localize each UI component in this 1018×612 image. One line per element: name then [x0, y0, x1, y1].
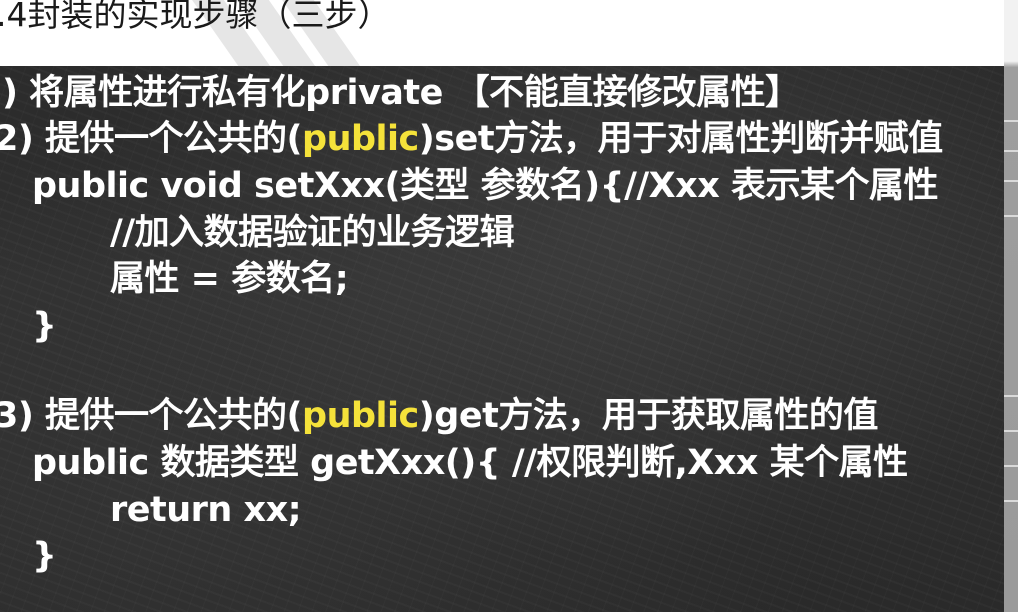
- step-3-highlight: public: [302, 396, 419, 436]
- step-2-suffix: )set方法，用于对属性判断并赋值: [418, 119, 943, 159]
- step-1-text: ) 将属性进行私有化private 【不能直接修改属性】: [2, 70, 800, 116]
- step-2-code-comment: //加入数据验证的业务逻辑: [110, 213, 515, 253]
- step-3-suffix: )get方法，用于获取属性的值: [418, 396, 879, 436]
- step-2-text: 2) 提供一个公共的(public)set方法，用于对属性判断并赋值: [0, 116, 943, 162]
- step-2-code-assign: 属性 = 参数名;: [110, 259, 349, 299]
- step-1-label: ) 将属性进行私有化private 【不能直接修改属性】: [2, 73, 800, 113]
- slide-page: .4封装的实现步骤（三步） ) 将属性进行私有化private 【不能直接修改属…: [0, 0, 1018, 612]
- step-3-code-close-brace: }: [32, 536, 57, 576]
- step-2-highlight: public: [302, 119, 419, 159]
- step-2-prefix: 2) 提供一个公共的(: [0, 119, 303, 159]
- step-3-prefix: 3) 提供一个公共的(: [0, 396, 303, 436]
- step-3-text: 3) 提供一个公共的(public)get方法，用于获取属性的值: [0, 393, 878, 439]
- step-2-code-close-brace: }: [32, 306, 57, 346]
- step-3-code-signature: public 数据类型 getXxx(){ //权限判断,Xxx 某个属性: [32, 443, 908, 483]
- step-3-code-return: return xx;: [110, 490, 302, 530]
- right-edge-strip: [1004, 0, 1018, 612]
- step-2-code-signature: public void setXxx(类型 参数名){//Xxx 表示某个属性: [32, 166, 938, 206]
- section-heading: .4封装的实现步骤（三步）: [0, 0, 391, 34]
